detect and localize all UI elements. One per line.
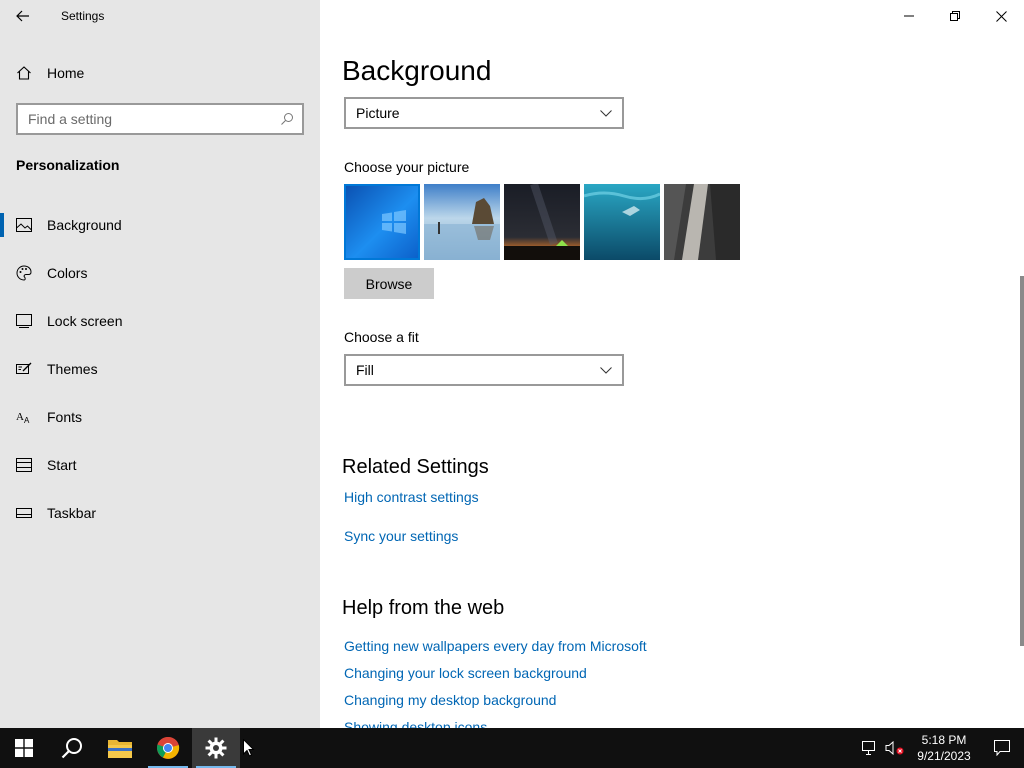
related-settings-heading: Related Settings [342,456,489,478]
help-heading: Help from the web [342,597,505,619]
chrome-icon [157,736,180,759]
sidebar-item-fonts[interactable]: AA Fonts [0,397,320,437]
titlebar: Settings [0,0,320,32]
sidebar-item-label: Start [47,457,77,473]
sidebar-item-background[interactable]: Background [0,205,320,245]
choose-fit-label: Choose a fit [344,329,419,345]
start-icon [0,458,47,472]
file-explorer-button[interactable] [96,728,144,768]
sync-settings-link[interactable]: Sync your settings [344,528,458,544]
help-link[interactable]: Changing my desktop background [344,692,556,708]
picture-thumbnails [344,184,740,260]
help-link[interactable]: Getting new wallpapers every day from Mi… [344,638,647,654]
search-icon [281,113,293,125]
thumbnail-beach[interactable] [424,184,500,260]
dropdown-value: Fill [356,362,374,378]
thumbnail-rock[interactable] [664,184,740,260]
search-input[interactable]: Find a setting [16,103,304,135]
sidebar-item-label: Background [47,217,122,233]
sidebar-item-lock-screen[interactable]: Lock screen [0,301,320,341]
back-button[interactable] [0,0,46,32]
browse-button[interactable]: Browse [344,268,434,299]
svg-text:A: A [24,416,30,424]
sidebar-item-taskbar[interactable]: Taskbar [0,493,320,533]
search-icon [61,738,82,759]
sidebar-item-themes[interactable]: Themes [0,349,320,389]
taskbar-icon [0,506,47,520]
lock-screen-icon [0,314,47,328]
back-arrow-icon [16,10,29,22]
taskbar: 5:18 PM 9/21/2023 [0,728,1024,768]
sidebar-item-home[interactable]: Home [0,56,320,90]
dropdown-value: Picture [356,105,400,121]
action-center-button[interactable] [980,728,1024,768]
thumbnail-underwater[interactable] [584,184,660,260]
start-button[interactable] [0,728,48,768]
folder-icon [108,740,132,758]
thumbnail-windows[interactable] [344,184,420,260]
taskbar-search-button[interactable] [48,728,96,768]
sidebar-item-label: Fonts [47,409,83,425]
network-icon [862,741,875,755]
sidebar-item-label: Taskbar [47,505,97,521]
app-title: Settings [61,9,105,23]
home-icon [0,65,47,81]
palette-icon [0,265,47,281]
notification-icon [994,740,1010,756]
high-contrast-link[interactable]: High contrast settings [344,489,479,505]
main-content: Background Picture Choose your picture B… [320,0,1020,728]
clock[interactable]: 5:18 PM 9/21/2023 [908,732,980,764]
chrome-button[interactable] [144,728,192,768]
chevron-down-icon [600,366,612,374]
chevron-down-icon [600,109,612,117]
picture-icon [0,218,47,232]
sidebar: Settings Home Find a setting Personaliza… [0,0,320,728]
gear-icon [205,737,227,759]
sidebar-item-colors[interactable]: Colors [0,253,320,293]
volume-button[interactable] [882,728,908,768]
clock-date: 9/21/2023 [917,749,971,763]
sidebar-item-label: Lock screen [47,313,123,329]
search-placeholder: Find a setting [28,111,113,127]
section-title: Personalization [16,157,120,173]
system-tray: 5:18 PM 9/21/2023 [858,728,1024,768]
network-button[interactable] [858,728,882,768]
clock-time: 5:18 PM [921,733,967,747]
background-type-dropdown[interactable]: Picture [344,97,624,129]
home-label: Home [47,65,85,81]
fonts-icon: AA [0,410,47,424]
scrollbar-thumb[interactable] [1020,276,1024,646]
sidebar-item-label: Colors [47,265,88,281]
thumbnail-night-sky[interactable] [504,184,580,260]
choose-picture-label: Choose your picture [344,159,470,175]
help-link[interactable]: Changing your lock screen background [344,665,587,681]
svg-text:A: A [16,411,24,423]
mouse-cursor-icon [243,739,255,757]
windows-logo-icon [15,739,33,757]
volume-muted-icon [885,741,904,755]
page-title: Background [342,55,492,86]
fit-dropdown[interactable]: Fill [344,354,624,386]
themes-icon [0,362,47,376]
sidebar-item-label: Themes [47,361,98,377]
sidebar-item-start[interactable]: Start [0,445,320,485]
help-link[interactable]: Showing desktop icons [344,719,487,728]
settings-taskbar-button[interactable] [192,728,240,768]
